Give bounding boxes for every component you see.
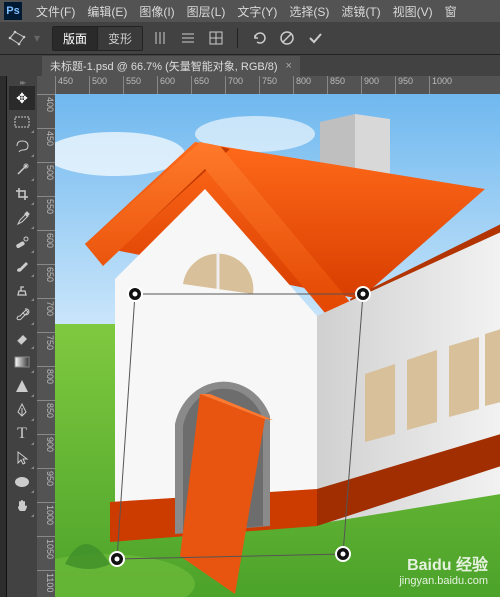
ruler-h-tick: 750 [259,76,277,94]
document-tab-bar: 未标题-1.psd @ 66.7% (矢量智能对象, RGB/8) × [0,55,500,77]
healing-brush-tool[interactable] [9,230,35,254]
toolbox-grip-icon[interactable]: ▸▸ [20,78,24,86]
ruler-v-tick: 500 [37,162,55,180]
menu-select[interactable]: 选择(S) [283,3,335,20]
canvas[interactable]: Baidu 经验 jingyan.baidu.com [55,94,500,597]
grid-icon[interactable] [205,27,227,49]
ruler-v-tick: 550 [37,196,55,214]
pen-tool[interactable] [9,398,35,422]
lasso-tool[interactable] [9,134,35,158]
clone-stamp-tool[interactable] [9,278,35,302]
ruler-v-tick: 400 [37,94,55,112]
magic-wand-tool[interactable] [9,158,35,182]
gradient-tool[interactable] [9,350,35,374]
ruler-v-tick: 650 [37,264,55,282]
menu-window[interactable]: 窗 [439,3,463,20]
panel-collapse-strip[interactable] [0,76,7,597]
divider [237,28,238,48]
menu-bar: Ps 文件(F) 编辑(E) 图像(I) 图层(L) 文字(Y) 选择(S) 滤… [0,0,500,22]
puppet-warp-icon[interactable] [6,27,28,49]
ruler-origin[interactable] [37,76,56,95]
menu-image[interactable]: 图像(I) [133,3,180,20]
options-bar: ▾ 版面 变形 [0,22,500,55]
ruler-vertical[interactable]: 400 450 500 550 600 650 700 750 800 850 … [37,94,55,597]
warp-mode-toggle: 版面 变形 [52,26,143,51]
ruler-v-tick: 1100 [37,570,55,592]
app-logo: Ps [4,2,22,20]
ruler-h-tick: 800 [293,76,311,94]
ruler-v-tick: 800 [37,366,55,384]
history-brush-tool[interactable] [9,302,35,326]
toolbox: ▸▸ ✥ T [7,76,37,597]
cancel-icon[interactable] [276,27,298,49]
menu-type[interactable]: 文字(Y) [231,3,283,20]
watermark-url: jingyan.baidu.com [399,575,488,587]
watermark: Baidu 经验 jingyan.baidu.com [399,551,488,587]
eraser-tool[interactable] [9,326,35,350]
canvas-area: 450 500 550 600 650 700 750 800 850 900 … [37,76,500,597]
ruler-v-tick: 450 [37,128,55,146]
ruler-h-tick: 500 [89,76,107,94]
path-select-tool[interactable] [9,446,35,470]
ruler-h-tick: 600 [157,76,175,94]
ruler-v-tick: 1050 [37,536,55,559]
crop-tool[interactable] [9,182,35,206]
ruler-h-tick: 550 [123,76,141,94]
menu-edit[interactable]: 编辑(E) [81,3,133,20]
menu-layer[interactable]: 图层(L) [181,3,232,20]
ruler-v-tick: 950 [37,468,55,486]
close-tab-icon[interactable]: × [286,60,292,72]
ruler-v-tick: 1000 [37,502,55,525]
align-vertical-icon[interactable] [149,27,171,49]
ruler-h-tick: 650 [191,76,209,94]
document-tab[interactable]: 未标题-1.psd @ 66.7% (矢量智能对象, RGB/8) × [42,56,300,76]
commit-icon[interactable] [304,27,326,49]
document-tab-label: 未标题-1.psd @ 66.7% (矢量智能对象, RGB/8) [50,58,278,74]
marquee-tool[interactable] [9,110,35,134]
ruler-h-tick: 1000 [429,76,452,94]
warp-mode-normal[interactable]: 版面 [53,27,98,50]
brush-tool[interactable] [9,254,35,278]
ruler-v-tick: 750 [37,332,55,350]
ruler-h-tick: 700 [225,76,243,94]
align-horizontal-icon[interactable] [177,27,199,49]
canvas-artwork [55,94,500,597]
ruler-h-tick: 850 [327,76,345,94]
ruler-h-tick: 450 [55,76,73,94]
workspace: ▸▸ ✥ T 450 500 550 600 650 700 750 800 [0,76,500,597]
ellipse-tool[interactable] [9,470,35,494]
ruler-v-tick: 850 [37,400,55,418]
eyedropper-tool[interactable] [9,206,35,230]
ruler-horizontal[interactable]: 450 500 550 600 650 700 750 800 850 900 … [55,76,500,94]
warp-mode-distort[interactable]: 变形 [98,27,142,50]
ruler-v-tick: 900 [37,434,55,452]
ruler-v-tick: 700 [37,298,55,316]
menu-filter[interactable]: 滤镜(T) [335,3,386,20]
hand-tool[interactable] [9,494,35,518]
ruler-v-tick: 600 [37,230,55,248]
shape-tool[interactable] [9,374,35,398]
ruler-h-tick: 900 [361,76,379,94]
move-tool[interactable]: ✥ [9,86,35,110]
watermark-brand: Baidu 经验 [399,551,488,575]
text-tool[interactable]: T [9,422,35,446]
menu-view[interactable]: 视图(V) [387,3,439,20]
ruler-h-tick: 950 [395,76,413,94]
menu-file[interactable]: 文件(F) [30,3,81,20]
undo-icon[interactable] [248,27,270,49]
